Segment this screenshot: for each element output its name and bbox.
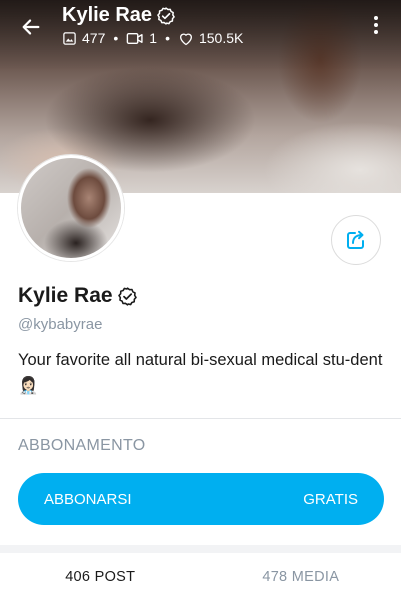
video-camera-icon: [126, 32, 143, 44]
stat-separator: •: [165, 30, 170, 46]
share-icon: [347, 230, 364, 249]
verified-icon: [117, 286, 137, 306]
tab-posts[interactable]: 406 POST: [0, 553, 201, 600]
header-title: Kylie Rae: [62, 4, 176, 27]
photos-count: 477: [82, 30, 106, 46]
likes-stat: 150.5K: [178, 30, 243, 46]
subscribe-button-label: ABBONARSI: [44, 490, 132, 508]
subscribe-button-price: GRATIS: [303, 490, 358, 508]
heart-icon: [179, 33, 192, 45]
top-bar: Kylie Rae 477 • 1 • 150.5K: [0, 0, 401, 60]
photos-stat: 477: [62, 30, 105, 46]
avatar[interactable]: [18, 155, 124, 261]
image-icon: [63, 31, 76, 45]
kebab-dot: [374, 30, 378, 34]
tab-media[interactable]: 478 MEDIA: [201, 553, 401, 600]
arrow-left-icon: [22, 19, 40, 35]
subscribe-button[interactable]: ABBONARSI GRATIS: [18, 473, 384, 525]
profile-handle[interactable]: @kybabyrae: [18, 316, 102, 333]
divider: [0, 418, 401, 419]
header-stats: 477 • 1 • 150.5K: [62, 30, 243, 46]
section-separator: [0, 545, 401, 553]
header-name: Kylie Rae: [62, 4, 153, 26]
content-tabs: 406 POST 478 MEDIA: [0, 553, 401, 600]
subscription-section-title: ABBONAMENTO: [18, 437, 146, 454]
profile-name: Kylie Rae: [18, 284, 138, 308]
kebab-dot: [374, 23, 378, 27]
videos-stat: 1: [126, 30, 157, 46]
share-button[interactable]: [331, 215, 381, 265]
likes-count: 150.5K: [198, 30, 244, 46]
profile-name-text: Kylie Rae: [18, 284, 113, 307]
verified-icon: [157, 6, 175, 25]
more-options-button[interactable]: [363, 12, 389, 38]
stat-separator: •: [113, 30, 119, 46]
videos-count: 1: [149, 30, 158, 46]
back-button[interactable]: [16, 12, 46, 42]
profile-bio: Your favorite all natural bi-sexual medi…: [18, 351, 383, 395]
kebab-dot: [374, 16, 378, 20]
